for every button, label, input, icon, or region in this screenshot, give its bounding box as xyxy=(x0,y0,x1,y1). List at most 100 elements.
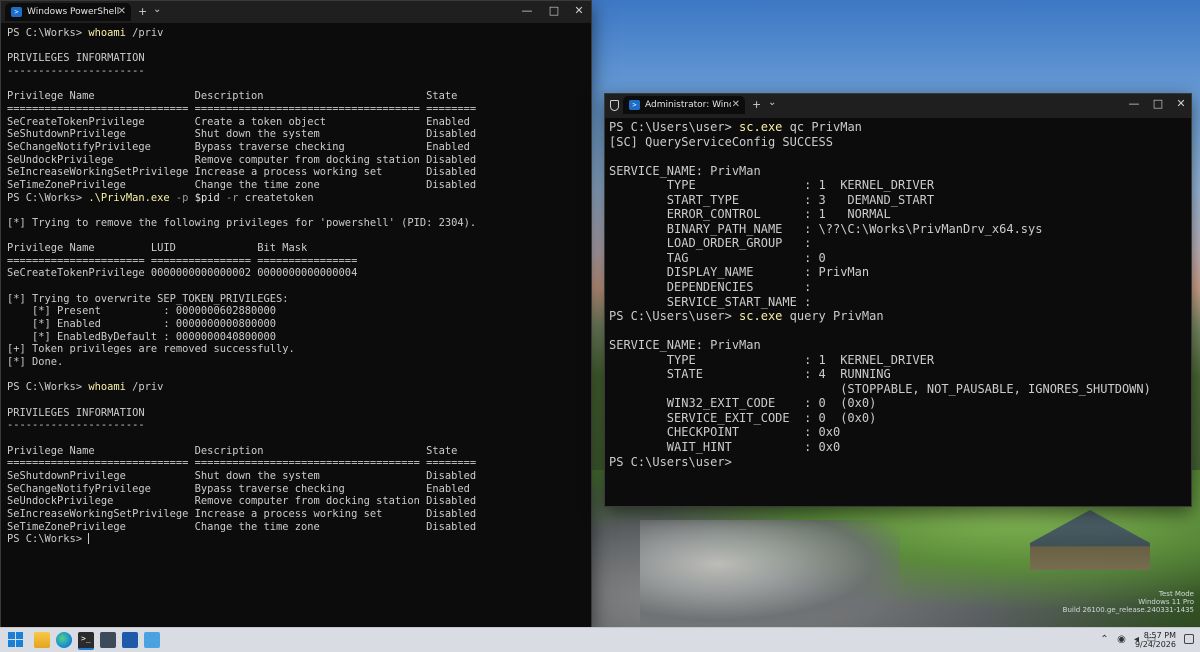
terminal-line: WIN32_EXIT_CODE : 0 (0x0) xyxy=(609,396,877,411)
terminal-line: [SC] QueryServiceConfig SUCCESS xyxy=(609,134,833,149)
wallpaper-rocks xyxy=(640,520,900,627)
tab-close-icon[interactable]: ✕ xyxy=(732,99,740,110)
taskbar: >_ ⌃ ◉ ◂ ▭ 8:57 PM 9/24/2026 xyxy=(0,627,1200,652)
photos-icon[interactable] xyxy=(144,632,160,648)
tab-dropdown-button[interactable]: ⌄ xyxy=(768,97,776,108)
terminal-line: SeChangeNotifyPrivilege Bypass traverse … xyxy=(7,140,470,153)
terminal-line: SERVICE_START_NAME : xyxy=(609,294,812,309)
text-cursor xyxy=(88,533,90,545)
terminal-line: [*] Done. xyxy=(7,356,64,369)
terminal-line: PS C:\Users\user> sc.exe query PrivMan xyxy=(609,309,884,324)
terminal-line: SeUndockPrivilege Remove computer from d… xyxy=(7,495,477,508)
terminal-line: TYPE : 1 KERNEL_DRIVER xyxy=(609,352,935,367)
terminal-line: DEPENDENCIES : xyxy=(609,280,812,295)
terminal-line: SERVICE_EXIT_CODE : 0 (0x0) xyxy=(609,410,877,425)
terminal-line: ---------------------- xyxy=(7,419,145,432)
watermark-line3: Build 26100.ge_release.240331-1435 xyxy=(1062,606,1194,614)
terminal-line: [*] Enabled : 0000000000800000 xyxy=(7,318,276,331)
close-button[interactable]: ✕ xyxy=(1173,97,1189,110)
powershell-icon[interactable] xyxy=(122,632,138,648)
test-mode-watermark: Test Mode Windows 11 Pro Build 26100.ge_… xyxy=(994,590,1194,614)
tab-administrator-powershell[interactable]: > Administrator: Windows Powe ✕ xyxy=(623,96,745,114)
terminal-icon-label: >_ xyxy=(81,634,91,643)
clock-time: 8:57 PM xyxy=(1143,631,1176,640)
tab-title: Administrator: Windows Powe xyxy=(645,100,731,110)
terminal-line: SeChangeNotifyPrivilege Bypass traverse … xyxy=(7,482,470,495)
terminal-line: ============================= ==========… xyxy=(7,102,477,115)
terminal-output[interactable]: PS C:\Users\user> sc.exe qc PrivMan [SC] … xyxy=(609,120,1185,469)
terminal-line: PS C:\Works> .\PrivMan.exe -p $pid -r cr… xyxy=(7,191,314,204)
terminal-line: SeCreateTokenPrivilege Create a token ob… xyxy=(7,115,470,128)
chevron-up-icon[interactable]: ⌃ xyxy=(1099,634,1110,645)
close-button[interactable]: ✕ xyxy=(571,4,587,17)
terminal-line: SeShutdownPrivilege Shut down the system… xyxy=(7,469,477,482)
terminal-line: SeShutdownPrivilege Shut down the system… xyxy=(7,128,477,141)
terminal-line: Privilege Name Description State xyxy=(7,90,458,103)
terminal-line: DISPLAY_NAME : PrivMan xyxy=(609,265,870,280)
powershell-icon: > xyxy=(11,7,22,17)
terminal-line: PS C:\Users\user> sc.exe qc PrivMan xyxy=(609,120,862,134)
start-button[interactable] xyxy=(8,632,24,648)
clock-date: 9/24/2026 xyxy=(1134,640,1176,649)
terminal-line: ============================= ==========… xyxy=(7,457,477,470)
maximize-button[interactable]: □ xyxy=(1150,97,1166,110)
new-tab-button[interactable]: + xyxy=(752,98,761,111)
watermark-line1: Test Mode xyxy=(1158,590,1194,598)
minimize-button[interactable]: — xyxy=(1126,97,1142,110)
powershell-window[interactable]: > Windows PowerShell ✕ + ⌄ — □ ✕ PS C:\W… xyxy=(0,0,592,629)
tab-title: Windows PowerShell xyxy=(27,7,120,17)
minimize-button[interactable]: — xyxy=(519,4,535,17)
terminal-line: PRIVILEGES INFORMATION xyxy=(7,406,145,419)
file-explorer-icon[interactable] xyxy=(34,632,50,648)
terminal-line: SeIncreaseWorkingSetPrivilege Increase a… xyxy=(7,507,477,520)
terminal-line: (STOPPABLE, NOT_PAUSABLE, IGNORES_SHUTDO… xyxy=(609,381,1151,396)
system-clock[interactable]: 8:57 PM 9/24/2026 xyxy=(1135,631,1176,649)
maximize-button[interactable]: □ xyxy=(546,4,562,17)
terminal-line: STATE : 4 RUNNING xyxy=(609,367,891,382)
terminal-line: CHECKPOINT : 0x0 xyxy=(609,425,841,440)
terminal-line: PRIVILEGES INFORMATION xyxy=(7,52,145,65)
admin-powershell-window[interactable]: > Administrator: Windows Powe ✕ + ⌄ — □ … xyxy=(604,93,1192,507)
tab-dropdown-button[interactable]: ⌄ xyxy=(153,4,161,15)
title-bar[interactable]: > Windows PowerShell ✕ + ⌄ — □ ✕ xyxy=(1,1,591,23)
terminal-line: ---------------------- xyxy=(7,64,145,77)
terminal-line: PS C:\Works> xyxy=(7,533,90,546)
terminal-line: [*] Present : 0000000602880000 xyxy=(7,305,276,318)
display-settings-icon[interactable] xyxy=(100,632,116,648)
terminal-line: SERVICE_NAME: PrivMan xyxy=(609,163,761,178)
terminal-line: SeUndockPrivilege Remove computer from d… xyxy=(7,153,477,166)
terminal-line: WAIT_HINT : 0x0 xyxy=(609,440,841,455)
terminal-line: SERVICE_NAME: PrivMan xyxy=(609,338,761,353)
notification-icon[interactable] xyxy=(1184,634,1194,644)
shield-icon xyxy=(610,100,619,111)
terminal-line: SeIncreaseWorkingSetPrivilege Increase a… xyxy=(7,166,477,179)
terminal-line: ====================== ================ … xyxy=(7,254,358,267)
terminal-line: SeTimeZonePrivilege Change the time zone… xyxy=(7,178,477,191)
terminal-line: Privilege Name Description State xyxy=(7,444,458,457)
new-tab-button[interactable]: + xyxy=(138,5,147,18)
title-bar[interactable]: > Administrator: Windows Powe ✕ + ⌄ — □ … xyxy=(605,94,1191,118)
tab-windows-powershell[interactable]: > Windows PowerShell ✕ xyxy=(5,3,131,21)
terminal-line: [*] EnabledByDefault : 0000000040800000 xyxy=(7,330,276,343)
terminal-output[interactable]: PS C:\Works> whoami /priv PRIVILEGES INF… xyxy=(7,27,585,546)
terminal-icon[interactable]: >_ xyxy=(78,632,94,650)
terminal-line: Privilege Name LUID Bit Mask xyxy=(7,242,308,255)
tab-close-icon[interactable]: ✕ xyxy=(118,6,126,17)
network-icon[interactable]: ◉ xyxy=(1116,634,1127,645)
watermark-line2: Windows 11 Pro xyxy=(1138,598,1194,606)
terminal-line: TAG : 0 xyxy=(609,250,826,265)
terminal-line: SeCreateTokenPrivilege 0000000000000002 … xyxy=(7,267,358,280)
terminal-line: SeTimeZonePrivilege Change the time zone… xyxy=(7,520,477,533)
terminal-line: [*] Trying to overwrite SEP_TOKEN_PRIVIL… xyxy=(7,292,289,305)
edge-browser-icon[interactable] xyxy=(56,632,72,648)
